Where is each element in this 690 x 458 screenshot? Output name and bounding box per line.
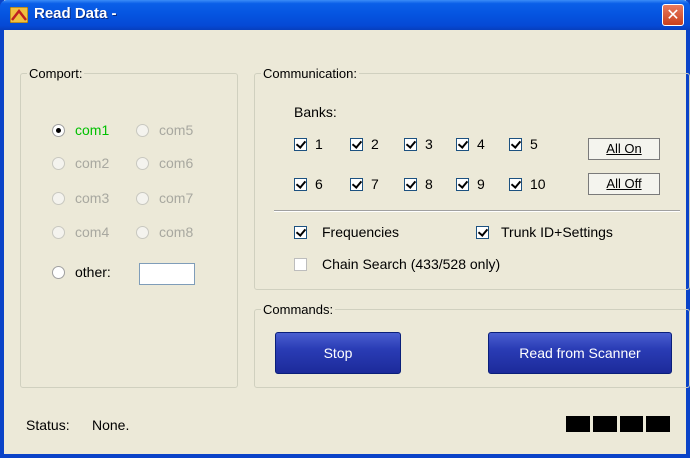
bank-8-label: 8 [425,176,433,192]
bank-7-label: 7 [371,176,379,192]
bank-1-checkbox[interactable] [294,138,307,151]
radio-com8[interactable] [136,226,149,239]
title-bar[interactable]: Read Data - ✕ [0,0,690,30]
progress-indicator [566,416,670,432]
all-on-button[interactable]: All On [588,138,660,160]
banks-label: Banks: [294,104,337,120]
radio-com6[interactable] [136,157,149,170]
bank-9-label: 9 [477,176,485,192]
commands-legend: Commands: [263,302,334,317]
progress-block [566,416,590,432]
bank-2-label: 2 [371,136,379,152]
other-port-input[interactable] [139,263,195,285]
label-com4: com4 [75,224,110,240]
read-from-scanner-button[interactable]: Read from Scanner [488,332,672,374]
comport-group: Comport: [20,66,238,388]
bank-6-checkbox[interactable] [294,178,307,191]
radio-com5[interactable] [136,124,149,137]
bank-6-label: 6 [315,176,323,192]
label-other: other: [75,264,111,280]
radio-com1[interactable] [52,124,65,137]
bank-9-checkbox[interactable] [456,178,469,191]
radio-com7[interactable] [136,192,149,205]
trunk-id-label: Trunk ID+Settings [501,224,613,240]
bank-1-label: 1 [315,136,323,152]
stop-button[interactable]: Stop [275,332,401,374]
progress-block [592,416,617,432]
close-button[interactable]: ✕ [662,4,684,26]
frequencies-label: Frequencies [322,224,400,240]
chain-search-checkbox[interactable] [294,258,307,271]
bank-4-label: 4 [477,136,485,152]
bank-5-checkbox[interactable] [509,138,522,151]
label-com7: com7 [159,190,194,206]
label-com3: com3 [75,190,110,206]
all-off-label: All Off [606,176,642,191]
bank-8-checkbox[interactable] [404,178,417,191]
all-off-button[interactable]: All Off [588,173,660,195]
bank-4-checkbox[interactable] [456,138,469,151]
communication-divider [274,210,680,212]
radio-com3[interactable] [52,192,65,205]
bank-7-checkbox[interactable] [350,178,363,191]
label-com5: com5 [159,122,194,138]
bank-2-checkbox[interactable] [350,138,363,151]
status-label: Status: [26,417,70,433]
label-com8: com8 [159,224,194,240]
bank-3-checkbox[interactable] [404,138,417,151]
communication-legend: Communication: [263,66,357,81]
bank-10-label: 10 [530,176,546,192]
comport-legend: Comport: [29,66,83,81]
scanner-app-icon [10,7,28,23]
bank-5-label: 5 [530,136,538,152]
read-data-window: Read Data - ✕ Comport: com1 com5 com2 co… [0,0,690,458]
radio-com2[interactable] [52,157,65,170]
progress-block [619,416,644,432]
radio-com4[interactable] [52,226,65,239]
label-com2: com2 [75,155,110,171]
progress-block [646,416,670,432]
frequencies-checkbox[interactable] [294,226,307,239]
bank-10-checkbox[interactable] [509,178,522,191]
other-port-field[interactable] [140,264,194,284]
bank-3-label: 3 [425,136,433,152]
all-on-label: All On [606,141,642,156]
window-title: Read Data - [34,5,117,22]
trunk-id-checkbox[interactable] [476,226,489,239]
radio-other[interactable] [52,266,65,279]
chain-search-label: Chain Search (433/528 only) [322,256,501,272]
label-com1: com1 [75,122,110,138]
status-value: None. [92,417,130,433]
label-com6: com6 [159,155,194,171]
